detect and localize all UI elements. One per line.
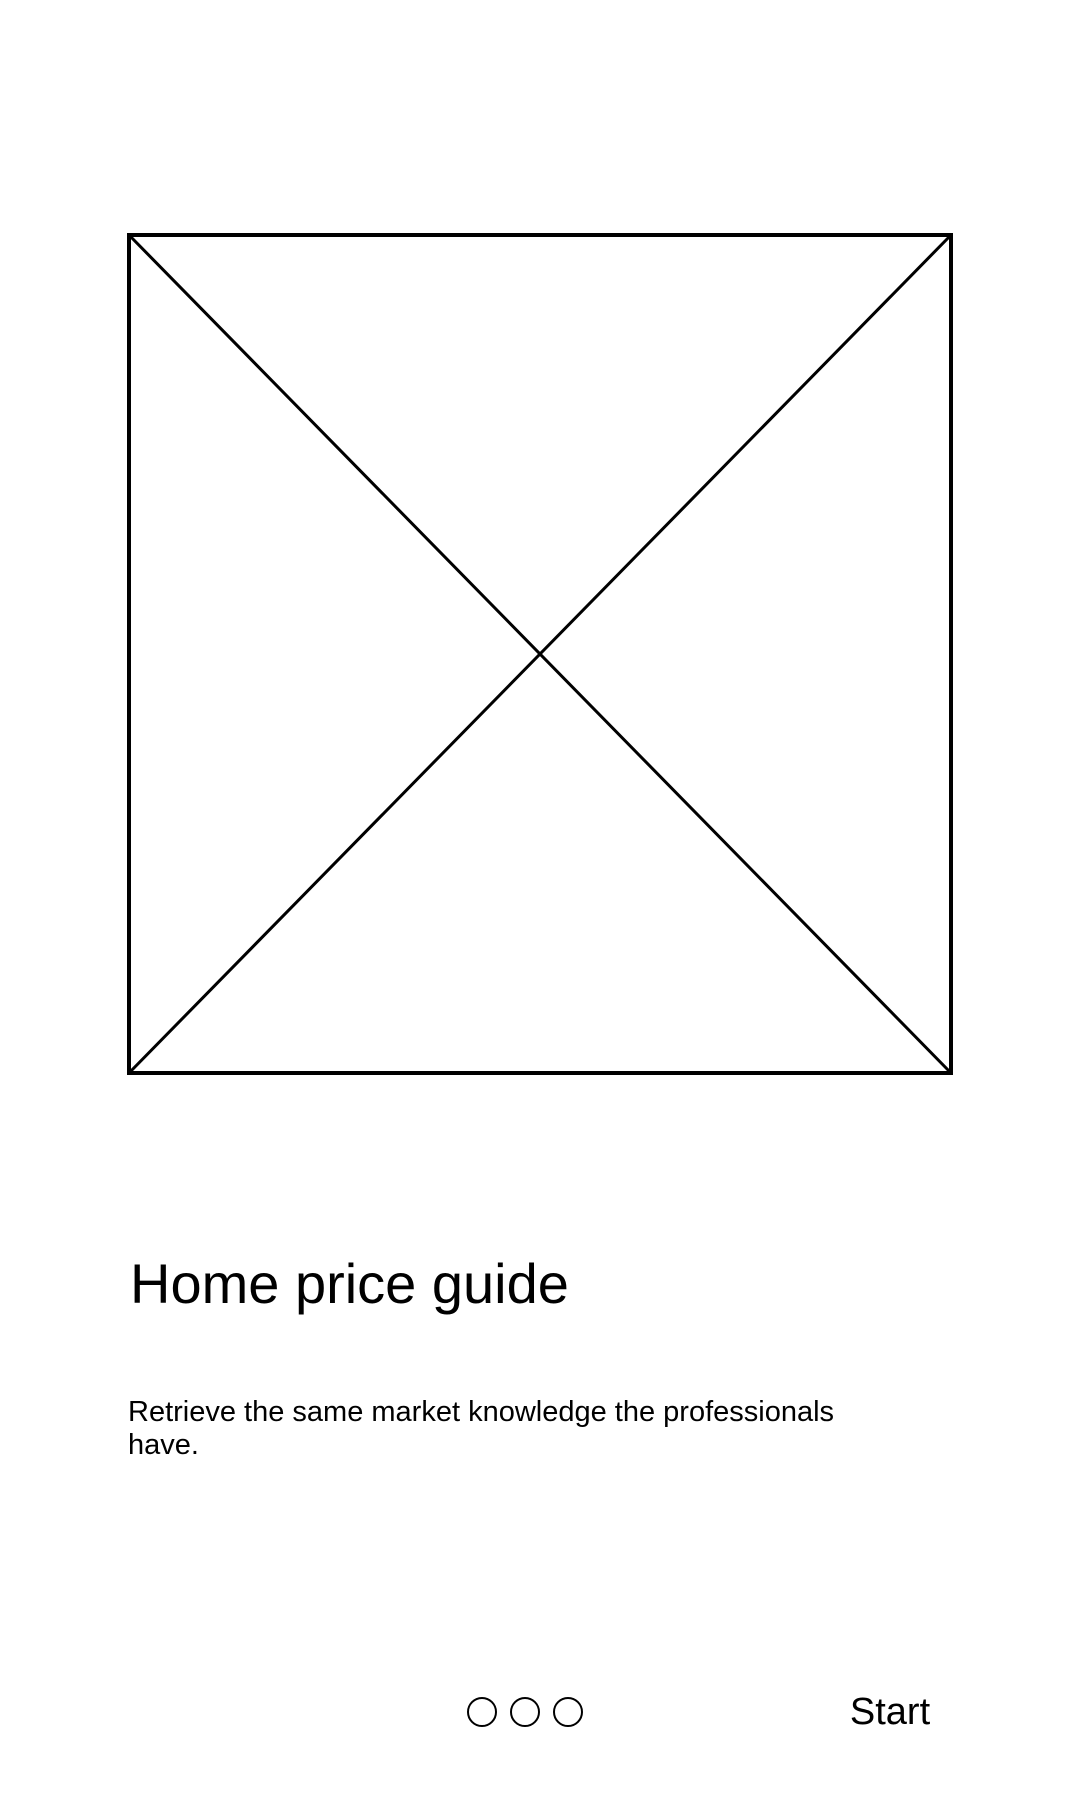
page-indicator-dot-1[interactable] — [467, 1697, 497, 1727]
page-indicator — [467, 1695, 583, 1731]
page-description: Retrieve the same market knowledge the p… — [128, 1396, 835, 1461]
page-title: Home price guide — [130, 1252, 569, 1315]
page-indicator-dot-3[interactable] — [553, 1697, 583, 1727]
page-indicator-dot-2[interactable] — [510, 1697, 540, 1727]
start-button[interactable]: Start — [830, 1686, 950, 1738]
image-placeholder-icon — [127, 233, 953, 1075]
